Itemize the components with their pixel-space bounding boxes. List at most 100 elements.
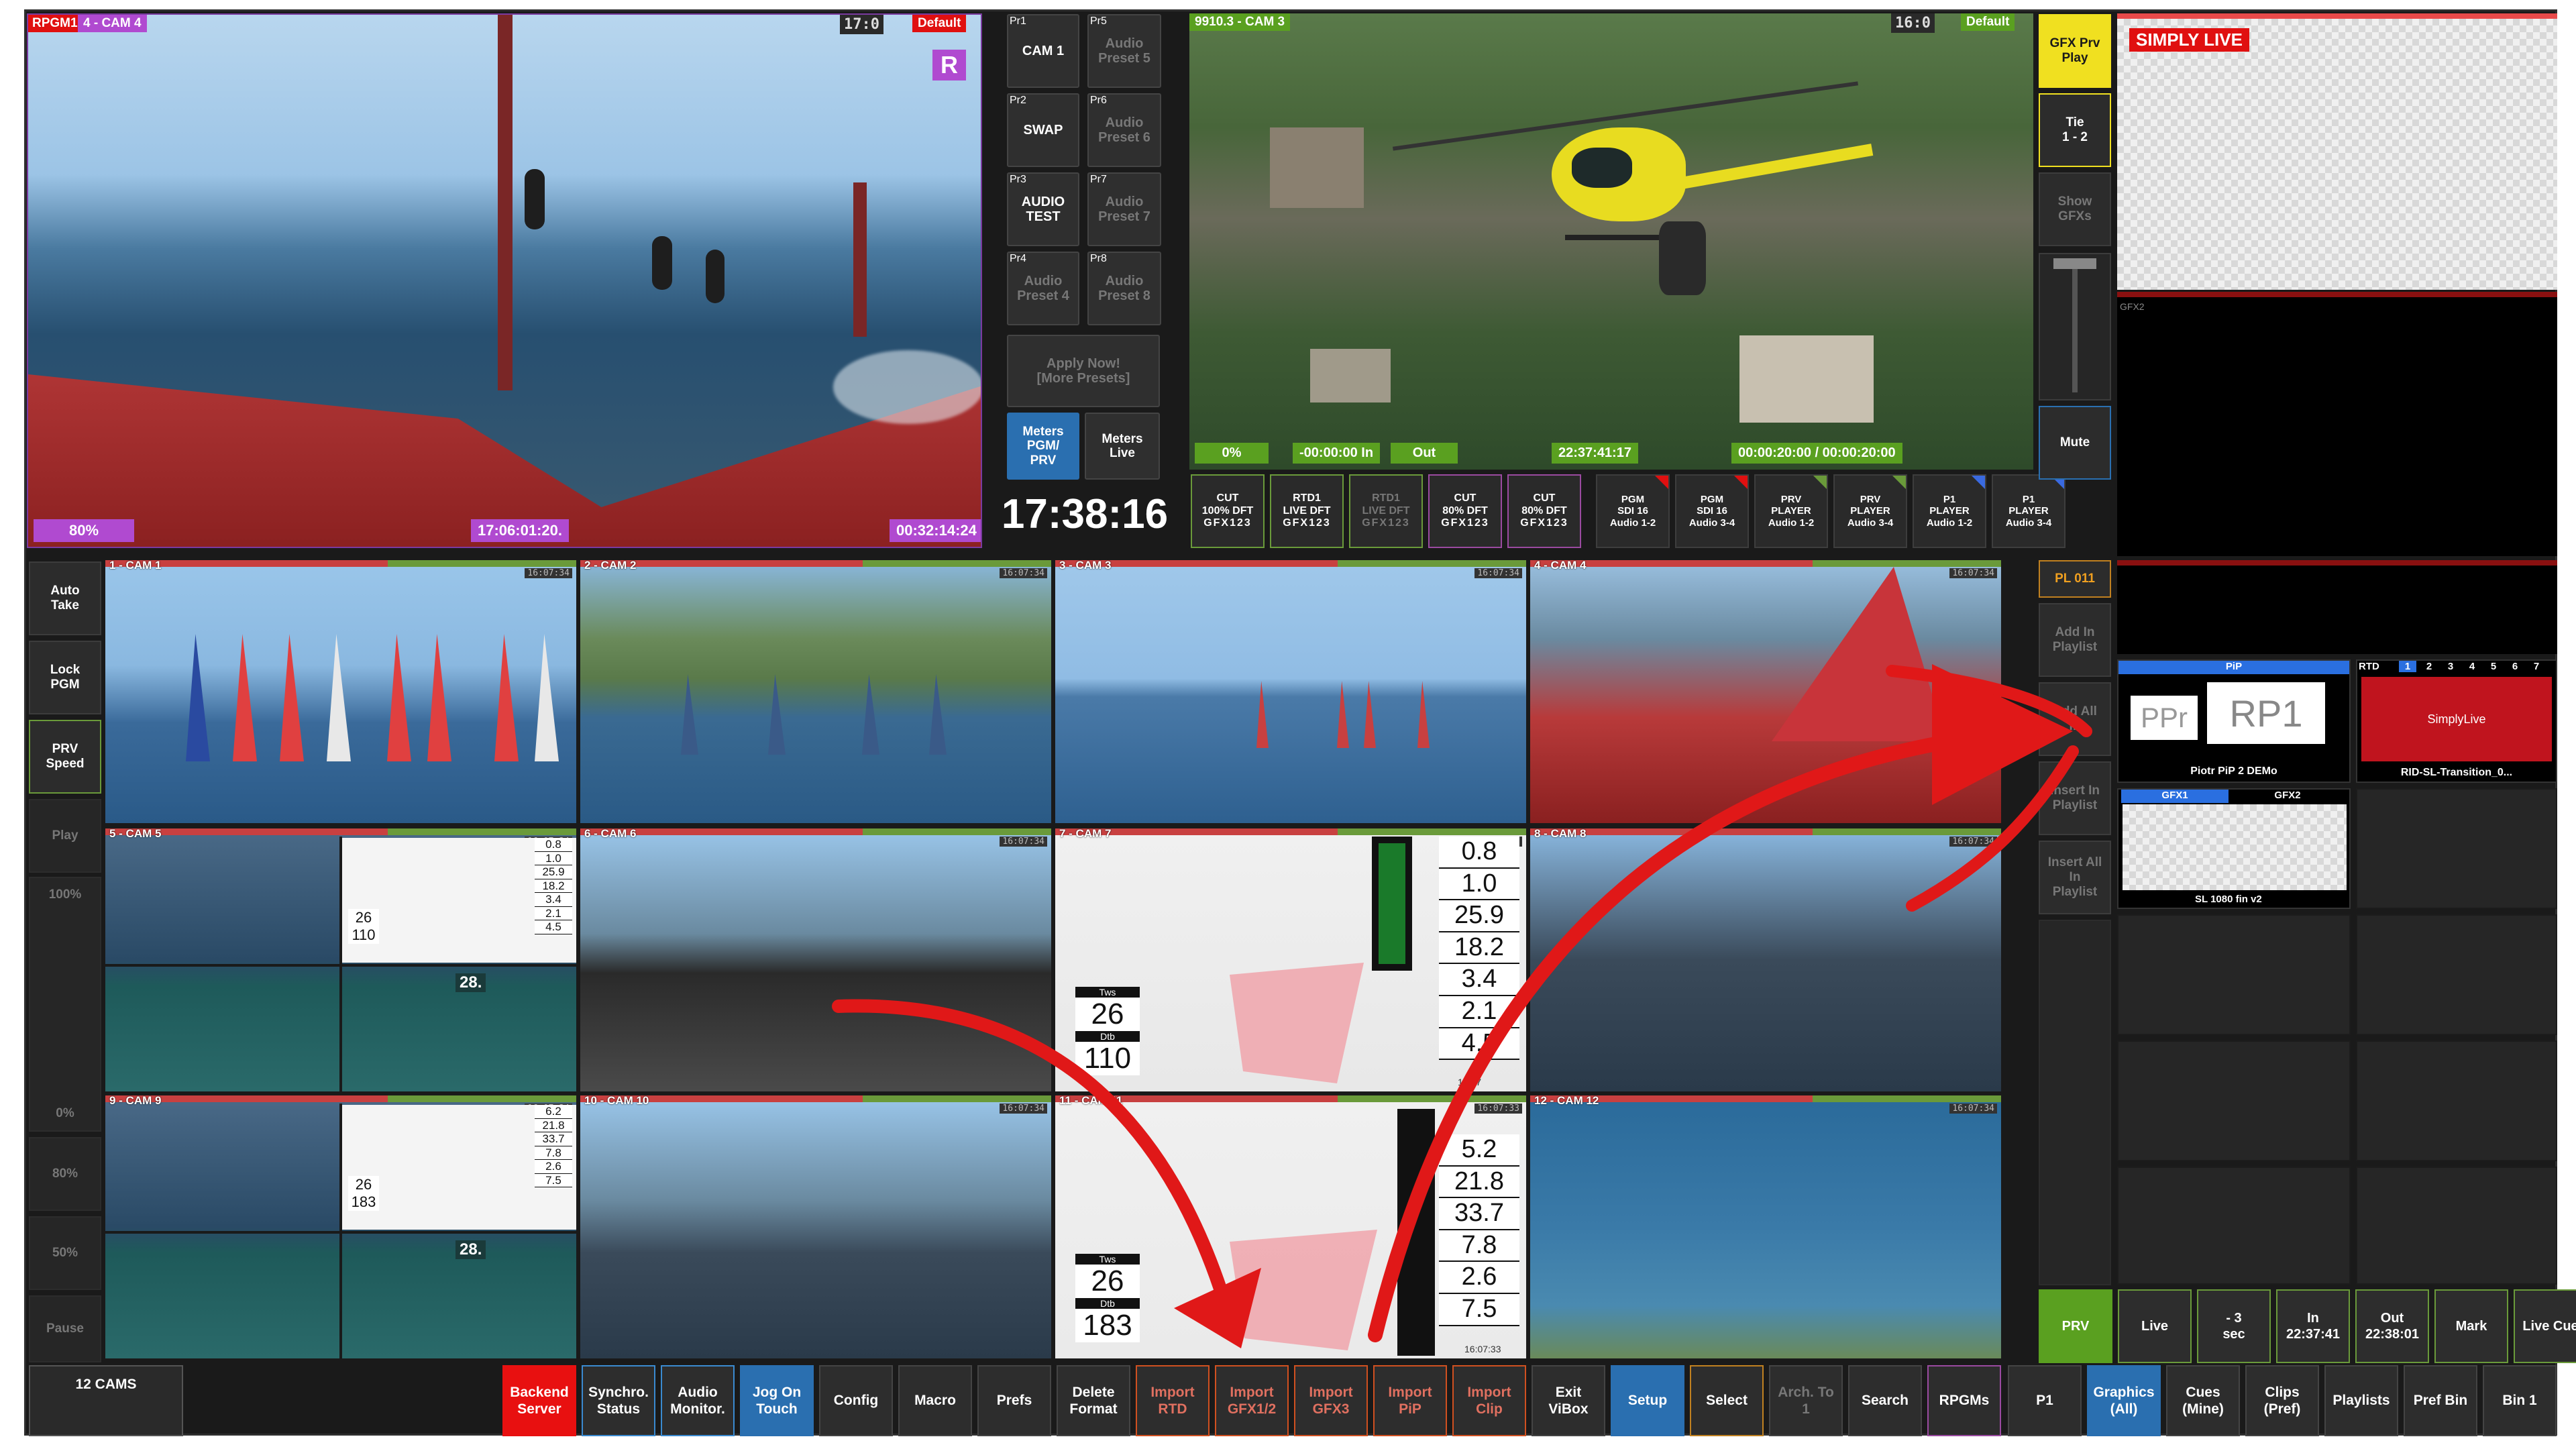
cam-tile[interactable]: 3 - CAM 3 16:07:34 bbox=[1055, 560, 1526, 823]
speed-lever[interactable]: 100% 0% bbox=[29, 877, 101, 1132]
bin-slot[interactable] bbox=[2356, 788, 2557, 909]
bin-slot[interactable] bbox=[2117, 1167, 2351, 1285]
bin-slot[interactable] bbox=[2117, 1040, 2351, 1161]
speed-80-button[interactable]: 80% bbox=[29, 1137, 101, 1211]
gfx-thumbnail[interactable]: GFX1 GFX2 SL 1080 fin v2 bbox=[2117, 788, 2351, 909]
toolbar-button[interactable]: Config bbox=[819, 1365, 893, 1436]
player-control-button[interactable]: In 22:37:41 bbox=[2276, 1289, 2350, 1363]
toolbar-button[interactable]: Import Clip bbox=[1452, 1365, 1526, 1436]
rtd-tab[interactable]: 3 bbox=[2442, 661, 2459, 672]
audio-route-button[interactable]: P1 PLAYER Audio 1-2 bbox=[1913, 474, 1986, 548]
transition-button[interactable]: RTD1 LIVE DFT GFX123 bbox=[1270, 474, 1344, 548]
cam-tile[interactable]: 4 - CAM 4 16:07:34 bbox=[1530, 560, 2001, 823]
toolbar-button[interactable]: Backend Server bbox=[502, 1365, 576, 1436]
playlist-number[interactable]: PL 011 bbox=[2039, 560, 2111, 598]
toolbar-button[interactable]: Select bbox=[1690, 1365, 1764, 1436]
audio-route-button[interactable]: PGM SDI 16 Audio 3-4 bbox=[1675, 474, 1749, 548]
transition-button[interactable]: CUT 80% DFT GFX123 bbox=[1428, 474, 1502, 548]
rtd-thumbnail[interactable]: RTD 1234567 SimplyLive RID-SL-Transition… bbox=[2356, 659, 2557, 783]
bin-slot[interactable] bbox=[2356, 914, 2557, 1035]
player-control-button[interactable]: PRV bbox=[2039, 1289, 2112, 1363]
toolbar-button[interactable]: P1 bbox=[2008, 1365, 2082, 1436]
toolbar-button[interactable]: Playlists bbox=[2324, 1365, 2398, 1436]
lock-pgm-button[interactable]: Lock PGM bbox=[29, 641, 101, 714]
tie-button[interactable]: Tie 1 - 2 bbox=[2039, 93, 2111, 167]
rtd-tab[interactable]: 7 bbox=[2528, 661, 2545, 672]
insert-all-in-playlist-button[interactable]: Insert All In Playlist bbox=[2039, 841, 2111, 914]
cam-tile[interactable]: 2 - CAM 2 16:07:34 bbox=[580, 560, 1051, 823]
play-button[interactable]: Play bbox=[29, 799, 101, 873]
audio-route-button[interactable]: PRV PLAYER Audio 1-2 bbox=[1754, 474, 1828, 548]
toolbar-button[interactable]: Import RTD bbox=[1136, 1365, 1210, 1436]
toolbar-button[interactable]: Synchro. Status bbox=[582, 1365, 655, 1436]
rtd-tab[interactable]: 5 bbox=[2485, 661, 2502, 672]
player-control-button[interactable]: Mark bbox=[2434, 1289, 2508, 1363]
pgm-monitor[interactable]: RPGM1 4 - CAM 4 17:0 Default R 80% 17:06… bbox=[27, 13, 982, 548]
auto-take-button[interactable]: Auto Take bbox=[29, 561, 101, 635]
toolbar-button[interactable]: Macro bbox=[898, 1365, 972, 1436]
toolbar-button[interactable]: Jog On Touch bbox=[740, 1365, 814, 1436]
toolbar-button[interactable]: Import GFX3 bbox=[1294, 1365, 1368, 1436]
player-control-button[interactable]: - 3 sec bbox=[2197, 1289, 2271, 1363]
pgm-tag: RPGM1 bbox=[28, 15, 82, 32]
cam-tile[interactable]: 12 - CAM 12 16:07:34 bbox=[1530, 1095, 2001, 1358]
cam-tile[interactable]: 10 - CAM 10 16:07:34 bbox=[580, 1095, 1051, 1358]
telemetry-value: 4.5 bbox=[535, 920, 572, 934]
audio-route-button[interactable]: PGM SDI 16 Audio 1-2 bbox=[1596, 474, 1670, 548]
player-control-button[interactable]: Live Cue bbox=[2514, 1289, 2576, 1363]
simply-live-logo: SIMPLY LIVE bbox=[2129, 28, 2249, 52]
bin-slot[interactable] bbox=[2117, 914, 2351, 1035]
gfx-fader[interactable] bbox=[2039, 253, 2111, 400]
cam-tile[interactable]: 1 - CAM 1 16:07:34 bbox=[105, 560, 576, 823]
speed-50-button[interactable]: 50% bbox=[29, 1216, 101, 1290]
toolbar-button[interactable]: RPGMs bbox=[1927, 1365, 2001, 1436]
toolbar-button[interactable]: Prefs bbox=[977, 1365, 1051, 1436]
rtd-tab[interactable]: 4 bbox=[2463, 661, 2481, 672]
rtd-tab[interactable]: 1 bbox=[2399, 661, 2416, 672]
tws-dtb-value: 183 bbox=[351, 1193, 376, 1210]
prv-speed-button[interactable]: PRV Speed bbox=[29, 720, 101, 794]
player-control-button[interactable]: Live bbox=[2118, 1289, 2192, 1363]
gfx-prv-play-button[interactable]: GFX Prv Play bbox=[2039, 14, 2111, 88]
show-gfxs-button[interactable]: Show GFXs bbox=[2039, 172, 2111, 246]
toolbar-button[interactable]: Setup bbox=[1611, 1365, 1684, 1436]
toolbar-button[interactable]: Import PiP bbox=[1373, 1365, 1447, 1436]
apply-now-button[interactable]: Apply Now! [More Presets] bbox=[1007, 335, 1160, 407]
toolbar-button[interactable]: Bin 1 bbox=[2483, 1365, 2557, 1436]
transition-button[interactable]: CUT 80% DFT GFX123 bbox=[1507, 474, 1581, 548]
mute-button[interactable]: Mute bbox=[2039, 406, 2111, 480]
toolbar-button[interactable]: Clips (Pref) bbox=[2245, 1365, 2319, 1436]
insert-in-playlist-button[interactable]: Insert In Playlist bbox=[2039, 761, 2111, 835]
toolbar-button[interactable]: Arch. To 1 bbox=[1769, 1365, 1843, 1436]
toolbar-button[interactable]: Cues (Mine) bbox=[2166, 1365, 2240, 1436]
pause-button[interactable]: Pause bbox=[29, 1295, 101, 1362]
audio-route-button[interactable]: P1 PLAYER Audio 3-4 bbox=[1992, 474, 2065, 548]
transition-button[interactable]: RTD1 LIVE DFT GFX123 bbox=[1349, 474, 1423, 548]
prv-monitor[interactable]: 9910.3 - CAM 3 16:0 Default 0% -00:00:00… bbox=[1189, 13, 2033, 470]
toolbar-button[interactable]: Import GFX1/2 bbox=[1215, 1365, 1289, 1436]
transition-button[interactable]: CUT 100% DFT GFX123 bbox=[1191, 474, 1265, 548]
rtd-tab[interactable]: 6 bbox=[2506, 661, 2524, 672]
add-all-in-button[interactable]: Add All In bbox=[2039, 682, 2111, 756]
player-control-button[interactable]: Out 22:38:01 bbox=[2355, 1289, 2429, 1363]
toolbar-button[interactable]: Pref Bin bbox=[2404, 1365, 2477, 1436]
rtd-tab[interactable]: 2 bbox=[2420, 661, 2438, 672]
toolbar-button[interactable]: Exit ViBox bbox=[1532, 1365, 1605, 1436]
add-in-playlist-button[interactable]: Add In Playlist bbox=[2039, 603, 2111, 677]
pip-thumbnail[interactable]: PiP PPr RP1 Piotr PiP 2 DEMo bbox=[2117, 659, 2351, 783]
audio-route-button[interactable]: PRV PLAYER Audio 3-4 bbox=[1833, 474, 1907, 548]
audio-route-line: PGM bbox=[1700, 494, 1724, 506]
toolbar-button[interactable]: Search bbox=[1848, 1365, 1922, 1436]
bin-slot[interactable] bbox=[2356, 1040, 2557, 1161]
toolbar-button[interactable]: Audio Monitor. bbox=[661, 1365, 735, 1436]
toolbar-button[interactable]: Graphics (All) bbox=[2087, 1365, 2161, 1436]
cam-tile[interactable]: 8 - CAM 8 16:07:34 bbox=[1530, 828, 2001, 1091]
cam-label: 6 - CAM 6 bbox=[584, 828, 637, 840]
meters-pgm-prv-button[interactable]: Meters PGM/ PRV bbox=[1007, 413, 1079, 480]
cam-tile[interactable]: 6 - CAM 6 16:07:34 bbox=[580, 828, 1051, 1091]
toolbar-button[interactable]: Delete Format bbox=[1057, 1365, 1130, 1436]
meters-live-button[interactable]: Meters Live bbox=[1085, 413, 1160, 480]
toolbar-button[interactable]: 12 CAMS bbox=[29, 1365, 183, 1436]
bin-slot[interactable] bbox=[2356, 1167, 2557, 1285]
audio-route-line: Audio 3-4 bbox=[2005, 517, 2052, 529]
